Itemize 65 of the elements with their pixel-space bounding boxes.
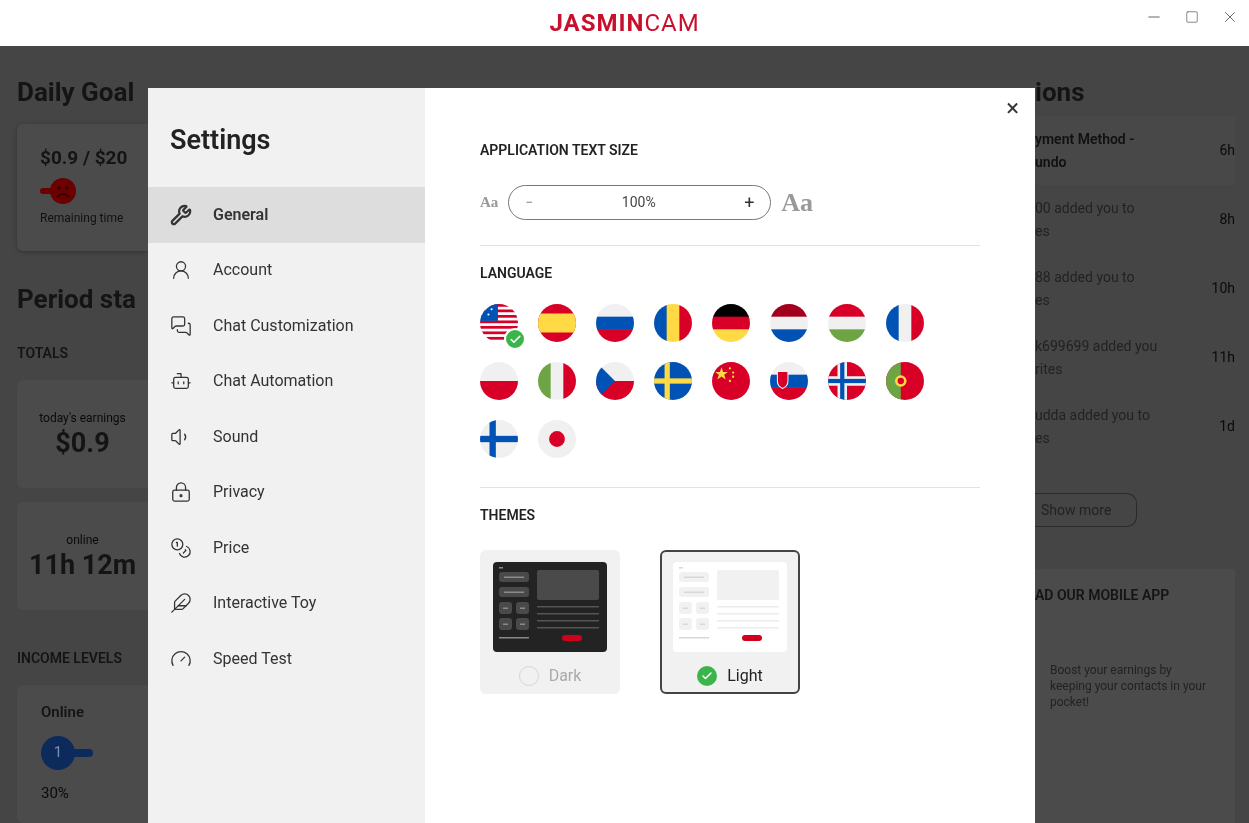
wrench-icon bbox=[170, 203, 192, 226]
section-heading: APPLICATION TEXT SIZE bbox=[480, 141, 639, 160]
flag-icon bbox=[770, 304, 808, 342]
nav-item[interactable]: Account bbox=[148, 242, 425, 298]
app-card-title: AD OUR MOBILE APP bbox=[1035, 586, 1171, 605]
stat-caption: online bbox=[66, 532, 99, 549]
nav-item[interactable]: Speed Test bbox=[148, 631, 425, 687]
notification-text: yment Method - bbox=[1035, 129, 1136, 149]
dialog-title: Settings bbox=[169, 123, 272, 158]
increase-button[interactable]: + bbox=[744, 189, 755, 216]
flag-icon bbox=[538, 362, 576, 400]
small-text-sample: Aa bbox=[480, 193, 499, 213]
notification-time: 6h bbox=[1219, 141, 1235, 160]
notification-time: 11h bbox=[1211, 348, 1235, 367]
flag-icon bbox=[596, 362, 634, 400]
large-text-sample: Aa bbox=[781, 187, 814, 219]
flag-icon bbox=[886, 304, 924, 342]
nav-item[interactable]: Interactive Toy bbox=[148, 575, 425, 631]
flag-icon bbox=[538, 420, 576, 458]
notification-time: 8h bbox=[1219, 210, 1235, 229]
theme-label: Light bbox=[727, 665, 763, 687]
flag-icon bbox=[712, 362, 750, 400]
nav-item[interactable]: Price bbox=[148, 520, 425, 576]
close-button[interactable]: × bbox=[1006, 96, 1019, 120]
flag-icon bbox=[538, 304, 576, 342]
flag-icon bbox=[770, 362, 808, 400]
check-icon bbox=[697, 666, 718, 686]
decrease-button[interactable]: − bbox=[525, 192, 534, 213]
section-heading: THEMES bbox=[480, 506, 537, 525]
flag-icon bbox=[828, 362, 866, 400]
language-option[interactable] bbox=[480, 304, 526, 350]
theme-label: Dark bbox=[548, 665, 582, 687]
feather-icon bbox=[170, 592, 192, 615]
notification-time: 10h bbox=[1211, 279, 1235, 298]
chat-bubbles-icon bbox=[170, 314, 192, 337]
lock-icon bbox=[170, 481, 192, 504]
coins-icon bbox=[170, 536, 192, 559]
flag-icon bbox=[654, 304, 692, 342]
check-icon bbox=[504, 328, 526, 350]
stat-value: $0.9 bbox=[55, 427, 110, 459]
flag-icon bbox=[712, 304, 750, 342]
goal-amount: $0.9 / $20 bbox=[40, 145, 129, 171]
section-heading: LANGUAGE bbox=[480, 264, 554, 283]
flag-icon bbox=[596, 304, 634, 342]
notification-time: 1d bbox=[1219, 417, 1235, 436]
level-step: 1 bbox=[41, 735, 75, 770]
theme-option[interactable]: Light bbox=[660, 550, 800, 694]
flag-icon bbox=[654, 362, 692, 400]
level-bar bbox=[73, 748, 93, 757]
text-size-value: 100% bbox=[620, 193, 657, 212]
logo-text: JASMINCAM bbox=[549, 8, 700, 39]
level-percent: 30% bbox=[41, 782, 70, 804]
user-icon bbox=[170, 259, 192, 282]
flag-icon bbox=[480, 362, 518, 400]
nav-item[interactable]: Sound bbox=[148, 409, 425, 465]
nav-item[interactable]: Chat Automation bbox=[148, 353, 425, 409]
flag-icon bbox=[828, 304, 866, 342]
income-card-title: Online bbox=[41, 702, 85, 723]
nav-item[interactable]: Privacy bbox=[148, 464, 425, 520]
stat-caption: today's earnings bbox=[39, 410, 126, 427]
nav-item[interactable]: Chat Customization bbox=[148, 298, 425, 354]
nav-item[interactable]: General bbox=[148, 187, 425, 243]
flag-icon bbox=[480, 420, 518, 458]
remaining-time-label: Remaining time bbox=[40, 209, 125, 227]
flag-icon bbox=[886, 362, 924, 400]
